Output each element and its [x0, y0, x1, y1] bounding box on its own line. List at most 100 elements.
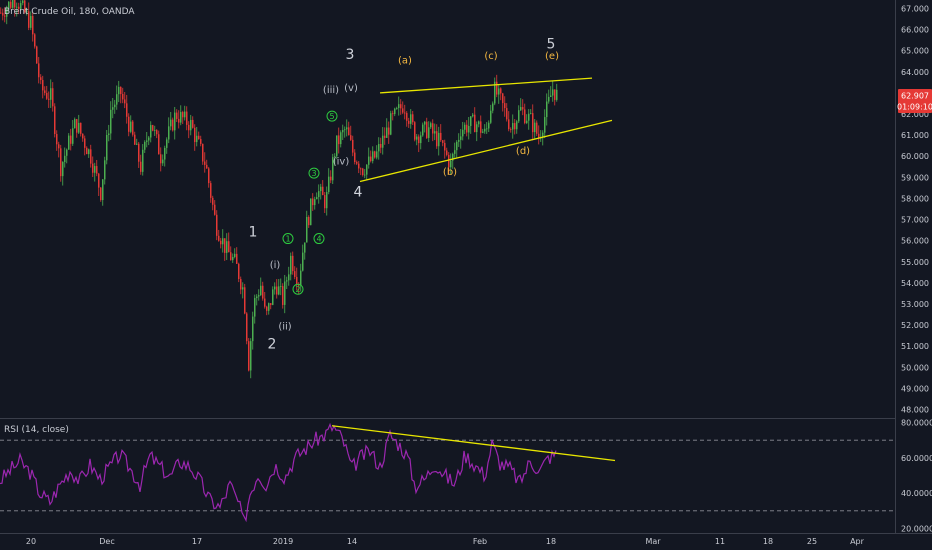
candle-body	[480, 121, 482, 133]
candle-body	[228, 241, 230, 253]
time-tick: Feb	[473, 537, 487, 546]
candle-body	[110, 109, 112, 134]
candle-body	[176, 112, 178, 119]
price-tick: 59.000	[901, 173, 929, 182]
candle-body	[250, 341, 252, 371]
wave-label-orange: (b)	[443, 167, 457, 178]
candle-body	[434, 131, 436, 134]
rsi-tick: 40.0000	[901, 489, 932, 498]
candle-body	[186, 111, 188, 125]
candle-body	[154, 130, 156, 131]
candle-body	[478, 121, 480, 125]
rsi-tick: 60.0000	[901, 454, 932, 463]
candle-body	[448, 154, 450, 168]
candle-body	[40, 77, 42, 81]
price-tick: 54.000	[901, 279, 929, 288]
candle-body	[466, 124, 468, 133]
candle-body	[548, 96, 550, 102]
candle-body	[534, 122, 536, 133]
candle-body	[190, 119, 192, 131]
candle-body	[238, 263, 240, 280]
candle-body	[524, 109, 526, 123]
candle-body	[286, 280, 288, 282]
candle-body	[290, 255, 292, 275]
candle-body	[412, 114, 414, 123]
candle-body	[276, 286, 278, 295]
candle-body	[82, 133, 84, 139]
candle-body	[352, 139, 354, 153]
candle-body	[168, 126, 170, 140]
candle-body	[376, 151, 378, 158]
candle-body	[136, 143, 138, 145]
candle-body	[64, 155, 66, 162]
price-chart[interactable]: 1 2 3 4 5 (i) (ii) (iii) (iv) (v) (a) (b) (c) (d) (e) 1…	[0, 0, 932, 550]
candle-body	[338, 135, 340, 145]
candle-body	[126, 103, 128, 117]
candle-body	[440, 132, 442, 141]
candle-body	[30, 15, 32, 28]
candle-body	[198, 135, 200, 140]
candle-body	[224, 238, 226, 253]
candle-body	[248, 341, 250, 371]
candle-body	[370, 156, 372, 162]
candle-body	[404, 112, 406, 114]
candle-body	[52, 88, 54, 107]
price-tick: 64.000	[901, 68, 929, 77]
candle-body	[124, 99, 126, 104]
candle-body	[36, 46, 38, 64]
candle-body	[500, 88, 502, 94]
wave-label-gray: (i)	[270, 260, 281, 271]
rsi-title[interactable]: RSI (14, close)	[4, 425, 69, 435]
candle-body	[520, 107, 522, 111]
candle-body	[414, 122, 416, 140]
candle-body	[214, 204, 216, 215]
candle-body	[80, 122, 82, 134]
candle-body	[502, 93, 504, 104]
candle-body	[328, 176, 330, 193]
candle-body	[252, 316, 254, 342]
candle-body	[258, 295, 260, 297]
candle-body	[90, 149, 92, 164]
candle-body	[160, 154, 162, 164]
candle-body	[284, 281, 286, 305]
price-tick: 52.000	[901, 321, 929, 330]
price-tick: 67.000	[901, 4, 929, 13]
price-tick: 66.000	[901, 26, 929, 35]
candle-body	[34, 34, 36, 47]
candle-body	[96, 166, 98, 174]
candle-body	[476, 124, 478, 133]
candle-body	[226, 241, 228, 253]
candle-body	[302, 252, 304, 271]
wave-label-orange: (c)	[484, 51, 497, 62]
candle-body	[146, 140, 148, 142]
candle-body	[156, 130, 158, 135]
candle-body	[134, 134, 136, 145]
candle-body	[348, 127, 350, 136]
last-price-badge: 62.907 01:09:10	[897, 89, 932, 113]
price-tick: 61.000	[901, 131, 929, 140]
price-tick: 50.000	[901, 363, 929, 372]
candle-body	[86, 147, 88, 155]
candle-body	[446, 150, 448, 155]
rsi-tick: 20.0000	[901, 524, 932, 533]
candle-body	[158, 134, 160, 155]
candle-body	[46, 92, 48, 99]
candle-body	[556, 89, 558, 100]
candle-body	[280, 286, 282, 287]
candle-body	[506, 108, 508, 120]
candle-body	[48, 98, 50, 100]
candle-body	[120, 86, 122, 95]
candle-body	[410, 114, 412, 124]
wave-label-white: 1	[249, 224, 258, 240]
candle-body	[220, 240, 222, 245]
candle-body	[356, 162, 358, 164]
symbol-title[interactable]: Brent Crude Oil, 180, OANDA	[4, 7, 135, 17]
candle-body	[378, 143, 380, 152]
candle-body	[318, 191, 320, 198]
candle-body	[402, 108, 404, 113]
candle-body	[358, 163, 360, 169]
candle-body	[366, 164, 368, 175]
candle-body	[386, 127, 388, 138]
candle-body	[322, 186, 324, 196]
candle-body	[58, 144, 60, 149]
